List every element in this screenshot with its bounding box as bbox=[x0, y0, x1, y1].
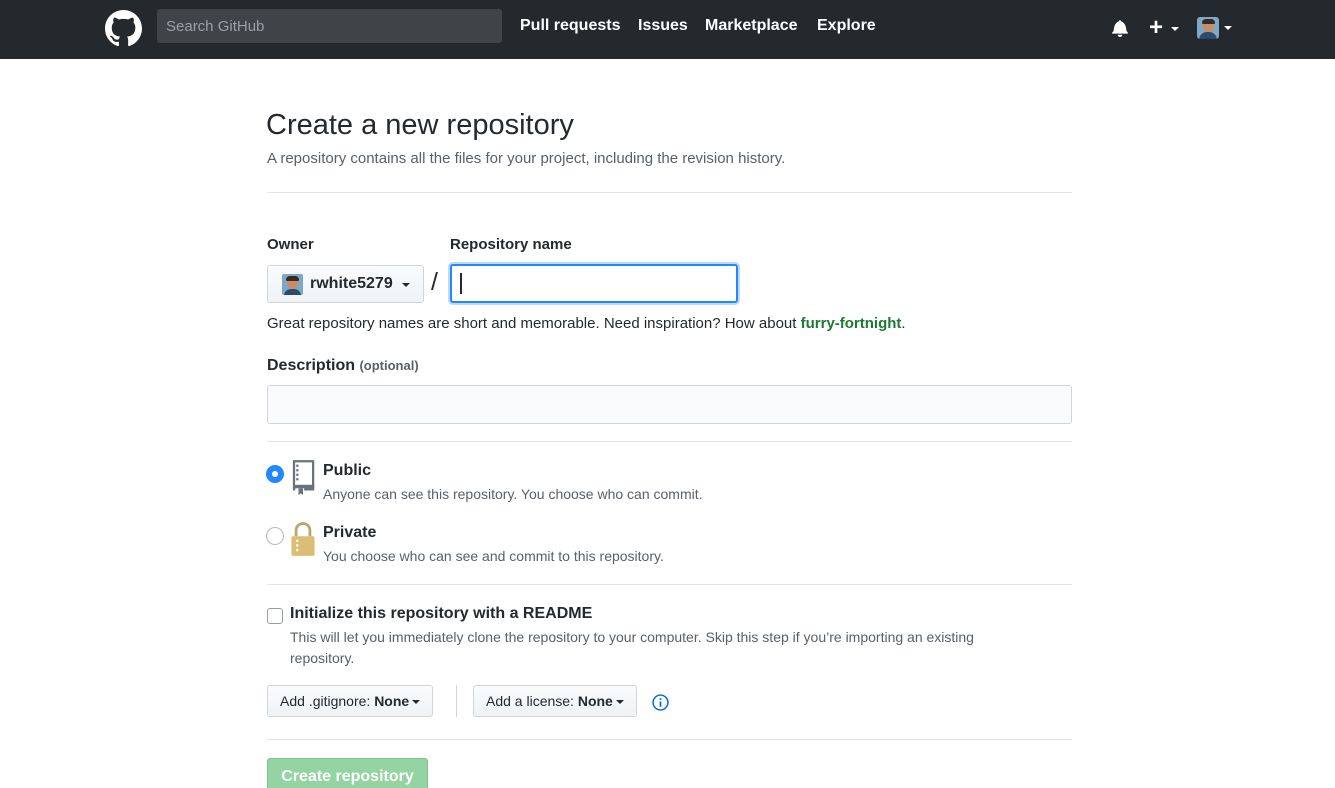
owner-name: rwhite5279 bbox=[310, 275, 393, 292]
hint-text: Great repository names are short and mem… bbox=[267, 315, 801, 332]
gitignore-prefix: Add .gitignore: bbox=[280, 693, 371, 709]
license-prefix: Add a license: bbox=[486, 693, 574, 709]
page-subtitle: A repository contains all the files for … bbox=[267, 150, 786, 167]
nav-explore[interactable]: Explore bbox=[817, 17, 876, 35]
info-icon[interactable] bbox=[652, 694, 669, 711]
bell-icon[interactable] bbox=[1112, 19, 1128, 37]
name-suggestion-link[interactable]: furry-fortnight bbox=[801, 315, 902, 332]
public-desc: Anyone can see this repository. You choo… bbox=[323, 486, 703, 502]
chevron-down-icon bbox=[1224, 26, 1232, 30]
nav-issues[interactable]: Issues bbox=[638, 17, 688, 35]
nav-pull-requests[interactable]: Pull requests bbox=[520, 17, 620, 35]
divider bbox=[267, 441, 1072, 442]
top-header: Pull requests Issues Marketplace Explore… bbox=[0, 0, 1335, 59]
private-radio[interactable] bbox=[266, 527, 284, 545]
create-repository-button[interactable]: Create repository bbox=[267, 758, 428, 788]
repo-book-icon bbox=[292, 460, 315, 495]
owner-label: Owner bbox=[267, 236, 314, 253]
description-label-text: Description bbox=[267, 357, 356, 374]
public-radio[interactable] bbox=[266, 465, 284, 483]
chevron-down-icon bbox=[615, 700, 624, 705]
repo-name-input[interactable] bbox=[450, 264, 738, 303]
name-hint: Great repository names are short and mem… bbox=[267, 315, 906, 332]
page-title: Create a new repository bbox=[266, 109, 574, 141]
divider bbox=[267, 584, 1072, 585]
nav-marketplace[interactable]: Marketplace bbox=[705, 17, 798, 35]
owner-select[interactable]: rwhite5279 bbox=[267, 265, 424, 303]
gitignore-select[interactable]: Add .gitignore: None bbox=[267, 685, 434, 717]
init-readme-desc: This will let you immediately clone the … bbox=[290, 629, 974, 666]
hint-suffix: . bbox=[901, 315, 906, 332]
chevron-down-icon bbox=[1171, 27, 1179, 31]
plus-icon: + bbox=[1149, 14, 1164, 41]
new-menu-button[interactable]: + bbox=[1149, 14, 1181, 41]
chevron-down-icon bbox=[412, 700, 421, 705]
divider bbox=[456, 685, 457, 717]
github-logo-icon[interactable] bbox=[105, 10, 142, 47]
avatar bbox=[282, 274, 303, 295]
divider bbox=[267, 739, 1072, 740]
private-desc: You choose who can see and commit to thi… bbox=[323, 548, 664, 564]
private-title: Private bbox=[323, 524, 377, 541]
init-readme-checkbox[interactable] bbox=[267, 608, 283, 624]
gitignore-value: None bbox=[374, 693, 410, 709]
owner-repo-separator: / bbox=[431, 268, 438, 296]
init-readme-title[interactable]: Initialize this repository with a README bbox=[290, 605, 592, 623]
search-input[interactable] bbox=[157, 9, 502, 43]
user-menu-button[interactable] bbox=[1197, 17, 1233, 39]
avatar bbox=[1197, 17, 1219, 39]
description-input[interactable] bbox=[267, 385, 1072, 424]
repo-name-label: Repository name bbox=[450, 236, 572, 253]
lock-icon bbox=[291, 522, 315, 556]
divider bbox=[267, 192, 1072, 193]
text-cursor bbox=[460, 273, 462, 294]
description-label: Description (optional) bbox=[267, 357, 419, 375]
license-select[interactable]: Add a license: None bbox=[473, 685, 637, 717]
chevron-down-icon bbox=[402, 283, 410, 287]
public-title: Public bbox=[323, 462, 372, 479]
optional-tag: (optional) bbox=[359, 358, 419, 373]
license-value: None bbox=[577, 693, 613, 709]
